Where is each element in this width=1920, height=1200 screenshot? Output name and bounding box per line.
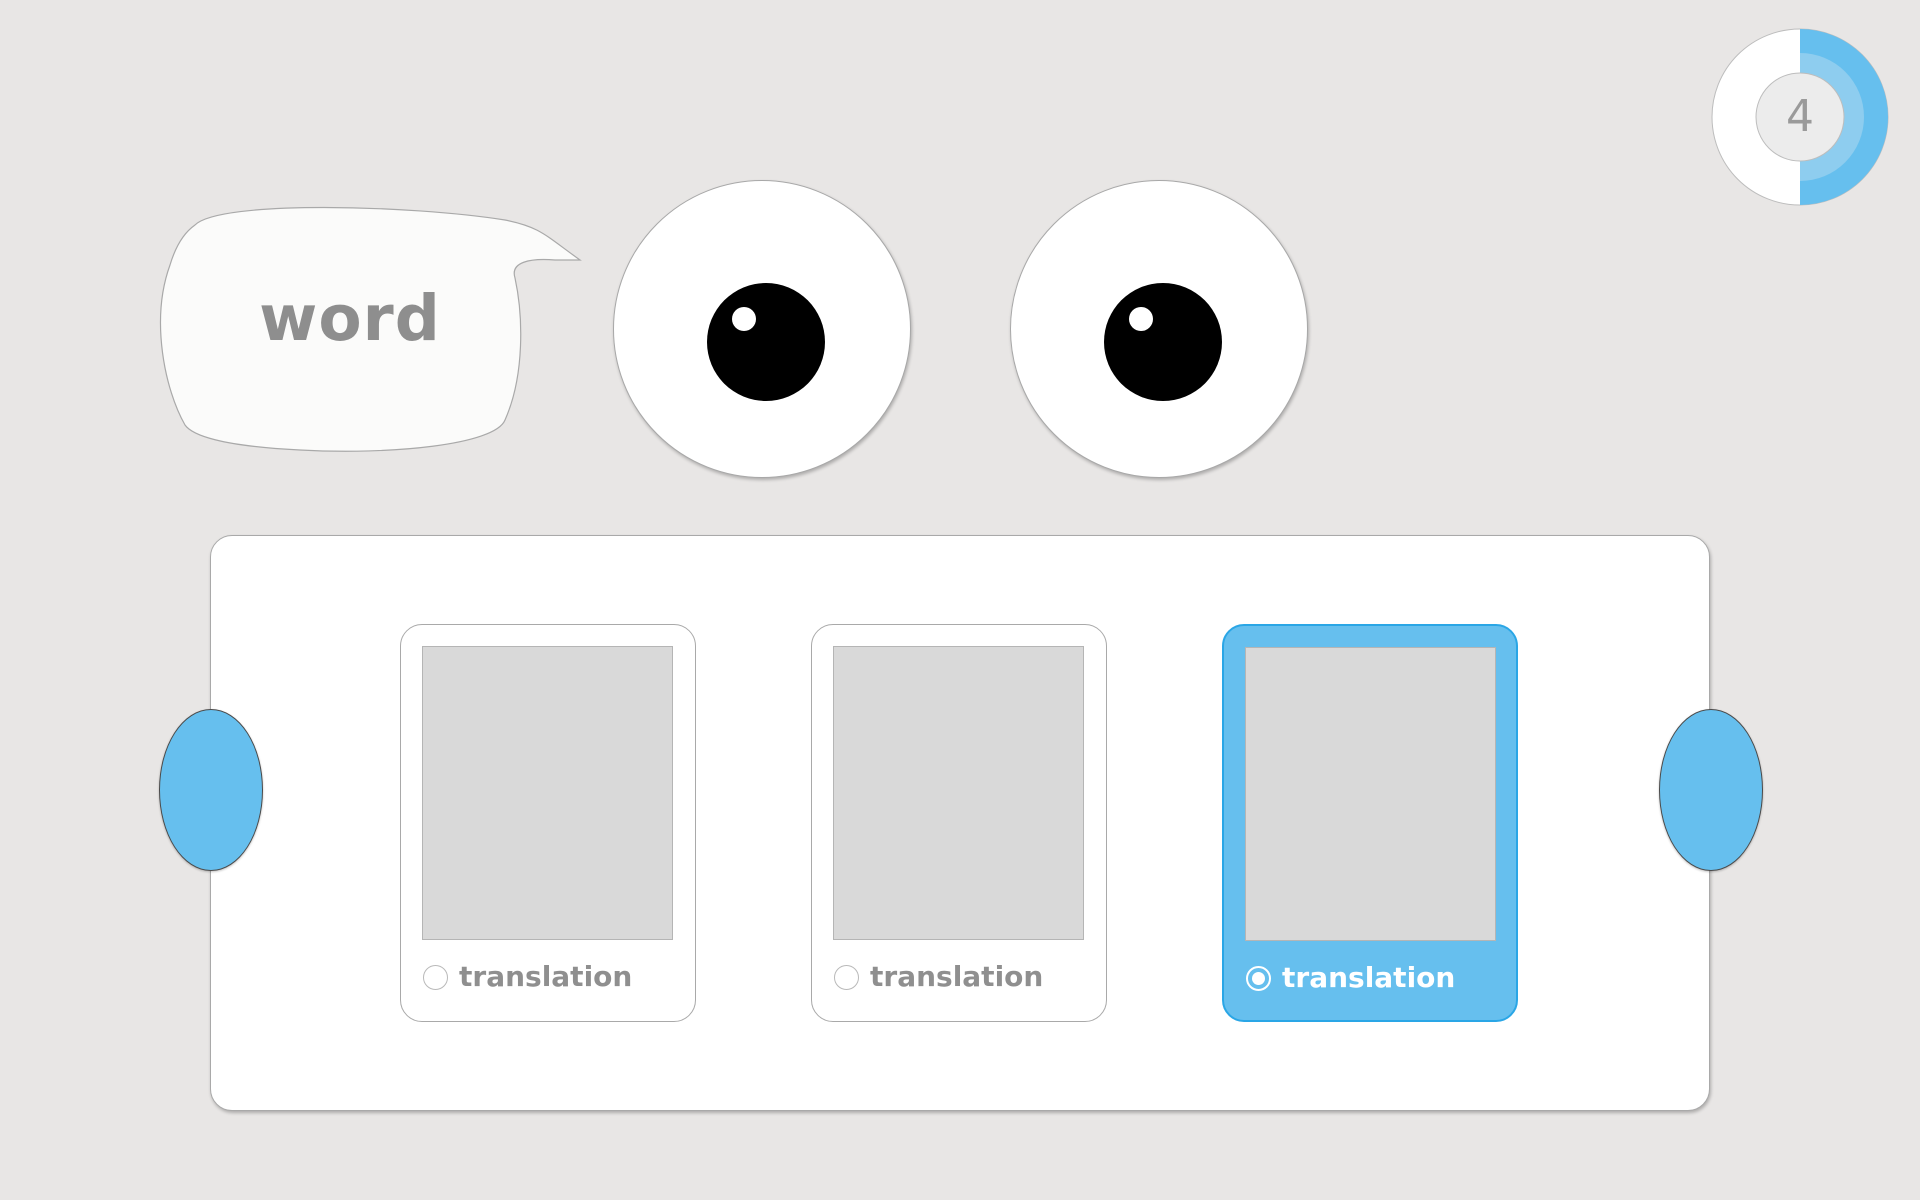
right-eye-glint <box>1129 307 1153 331</box>
option-label: translation <box>870 960 1044 993</box>
right-eye <box>1010 180 1308 478</box>
answer-option-selected[interactable]: translation <box>1222 624 1518 1022</box>
option-image-placeholder <box>422 646 673 940</box>
countdown-timer: 4 <box>1710 27 1890 207</box>
left-eye-glint <box>732 307 756 331</box>
option-radio[interactable] <box>423 965 448 990</box>
timer-count: 4 <box>1786 91 1814 142</box>
previous-button[interactable] <box>159 709 263 871</box>
option-image-placeholder <box>833 646 1084 940</box>
left-pupil <box>707 283 825 401</box>
option-label: translation <box>1282 961 1456 994</box>
option-radio[interactable] <box>834 965 859 990</box>
answer-option[interactable]: translation <box>400 624 696 1022</box>
option-image-placeholder <box>1245 647 1496 941</box>
left-eye <box>613 180 911 478</box>
right-pupil <box>1104 283 1222 401</box>
answer-option[interactable]: translation <box>811 624 1107 1022</box>
option-radio[interactable] <box>1246 966 1271 991</box>
radio-dot <box>1252 972 1265 985</box>
next-button[interactable] <box>1659 709 1763 871</box>
option-label: translation <box>459 960 633 993</box>
quiz-screen: word 4 translation translation translati… <box>0 0 1920 1200</box>
prompt-word: word <box>259 282 441 355</box>
